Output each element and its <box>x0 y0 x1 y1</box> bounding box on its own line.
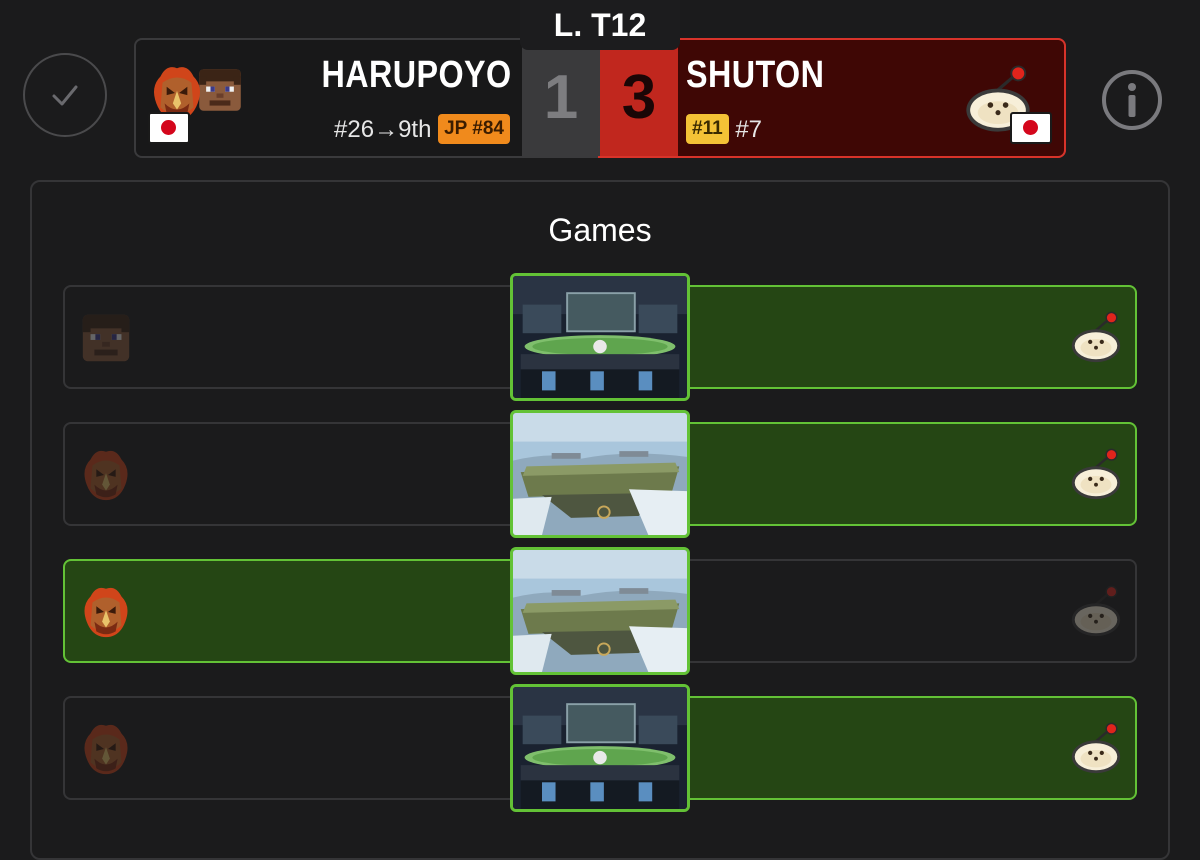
steve-icon <box>77 309 135 367</box>
player2-name: SHUTON <box>686 54 825 96</box>
game-p1-half <box>63 285 523 389</box>
player1-rank-badge: JP #84 <box>438 114 510 144</box>
pokemon-stadium-2-icon <box>510 684 690 812</box>
player1-name: HARUPOYO <box>321 54 512 96</box>
player2-stats: #11 #7 <box>686 114 766 144</box>
game-row[interactable] <box>63 273 1137 401</box>
game-p2-half <box>677 559 1137 663</box>
player1-score: 1 <box>522 40 600 156</box>
game-row[interactable] <box>63 410 1137 538</box>
player1-stats: #26→9th JP #84 <box>334 114 510 144</box>
player1-placement: #26→9th <box>334 116 432 143</box>
report-check-button[interactable] <box>23 53 107 137</box>
game-p1-half <box>63 696 523 800</box>
player2-score: 3 <box>600 40 678 156</box>
battlefield-icon <box>510 547 690 675</box>
game-p2-half <box>677 422 1137 526</box>
match-card[interactable]: HARUPOYO #26→9th JP #84 1 3 SHUTON #11 #… <box>134 38 1066 158</box>
ganondorf-icon <box>77 446 135 504</box>
player2-panel: SHUTON #11 #7 <box>678 40 1064 156</box>
game-p2-half <box>677 285 1137 389</box>
olimar-icon <box>1067 309 1125 367</box>
olimar-icon <box>1067 583 1125 641</box>
olimar-icon <box>1067 446 1125 504</box>
japan-flag-icon <box>1010 112 1052 144</box>
ganondorf-icon <box>77 720 135 778</box>
info-icon[interactable] <box>1100 68 1164 132</box>
olimar-icon <box>1067 720 1125 778</box>
checkmark-icon <box>52 85 78 106</box>
player2-rank-badge: #11 <box>686 114 729 144</box>
japan-flag-icon <box>148 112 190 144</box>
game-row[interactable] <box>63 547 1137 675</box>
ganondorf-icon <box>77 583 135 641</box>
game-p1-half <box>63 559 523 663</box>
pokemon-stadium-2-icon <box>510 273 690 401</box>
player1-panel: HARUPOYO #26→9th JP #84 <box>136 40 522 156</box>
game-p1-half <box>63 422 523 526</box>
battlefield-icon <box>510 410 690 538</box>
game-p2-half <box>677 696 1137 800</box>
player2-seed: #7 <box>735 116 763 143</box>
games-title: Games <box>548 212 652 248</box>
round-label: L. T12 <box>520 0 680 50</box>
game-row[interactable] <box>63 684 1137 812</box>
